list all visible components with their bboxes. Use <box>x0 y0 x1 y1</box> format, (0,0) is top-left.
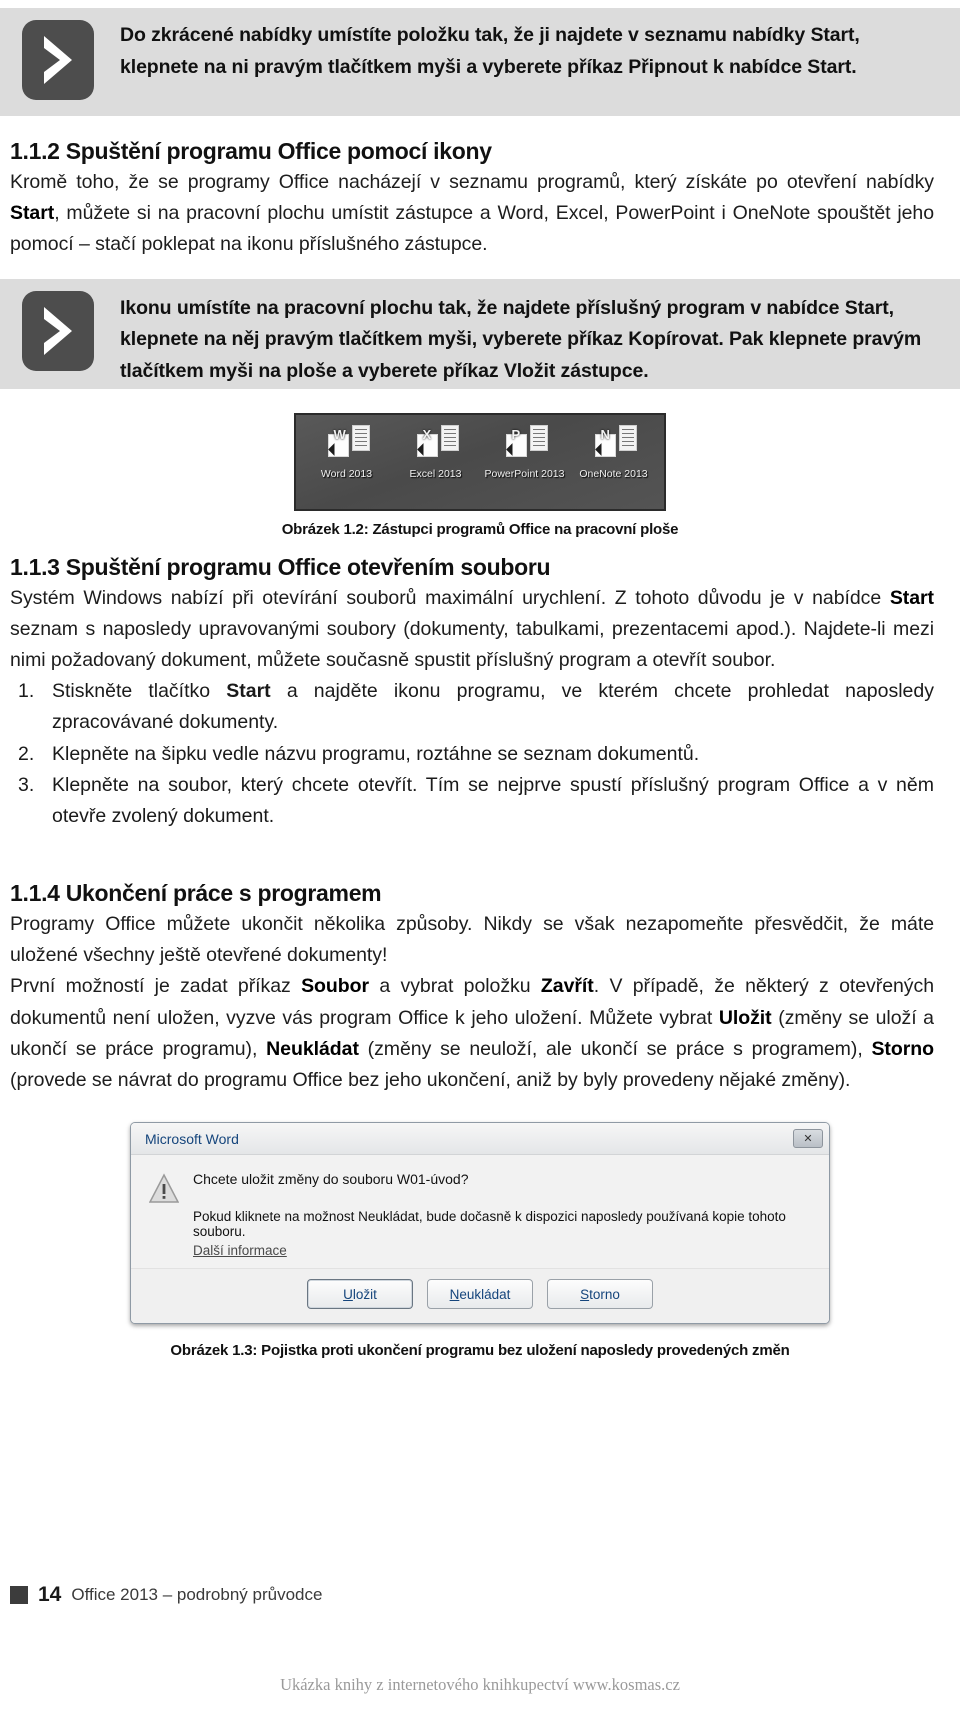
callout-middle-text: Ikonu umístíte na pracovní plochu tak, ž… <box>112 279 960 402</box>
warning-icon <box>148 1171 193 1260</box>
document-page-glyph <box>529 424 548 451</box>
word-save-dialog: Microsoft Word ✕ Chcete uložit změny do … <box>130 1122 830 1325</box>
desktop-icon-label: Word 2013 <box>320 467 373 480</box>
step-1-rich: Stiskněte tlačítko Start a najděte ikonu… <box>52 680 934 734</box>
desktop-icon-row: W Word 2013 X Excel 2013 P PowerPoint 20… <box>296 415 664 480</box>
figure-12: W Word 2013 X Excel 2013 P PowerPoint 20… <box>0 412 960 538</box>
excel-shortcut-icon: X <box>413 424 459 465</box>
callout-icon-wrap <box>0 8 112 112</box>
document-page-glyph <box>440 424 459 451</box>
section-112-rich: Kromě toho, že se programy Office nacház… <box>10 171 934 256</box>
save-button[interactable]: Uložit <box>307 1279 413 1310</box>
footer-marker-icon <box>10 1586 28 1604</box>
watermark: Ukázka knihy z internetového knihkupectv… <box>280 1675 680 1694</box>
section-114-heading: 1.1.4 Ukončení práce s programem <box>10 880 382 907</box>
section-114-rich-2: První možností je zadat příkaz Soubor a … <box>10 975 934 1091</box>
powerpoint-shortcut-icon: P <box>502 424 548 465</box>
app-letter: P <box>511 426 521 442</box>
list-item: Klepněte na soubor, který chcete otevřít… <box>10 770 934 832</box>
section-113-step-list: Stiskněte tlačítko Start a najděte ikonu… <box>10 676 934 832</box>
cancel-button-label: Storno <box>580 1286 620 1302</box>
callout-middle-rich: Ikonu umístíte na pracovní plochu tak, ž… <box>120 296 922 382</box>
section-113: 1.1.3 Spuštění programu Office otevřením… <box>0 554 960 833</box>
section-114: 1.1.4 Ukončení práce s programem Program… <box>0 880 960 1096</box>
save-button-label: Uložit <box>343 1286 377 1302</box>
dialog-button-row: Uložit Neukládat Storno <box>131 1268 829 1324</box>
dialog-title-bar: Microsoft Word ✕ <box>131 1123 829 1156</box>
callout-top-text: Do zkrácené nabídky umístíte položku tak… <box>112 8 960 97</box>
more-info-link[interactable]: Další informace <box>193 1243 287 1258</box>
desktop-icon-label: OneNote 2013 <box>579 467 648 480</box>
callout-top-rich: Do zkrácené nabídky umístíte položku tak… <box>120 24 860 78</box>
section-112-heading: 1.1.2 Spuštění programu Office pomocí ik… <box>10 138 492 164</box>
section-114-paragraph-1: Programy Office můžete ukončit několika … <box>10 909 934 971</box>
dialog-secondary-message: Pokud kliknete na možnost Neukládat, bud… <box>193 1209 786 1240</box>
figure-12-caption: Obrázek 1.2: Zástupci programů Office na… <box>281 520 679 538</box>
dialog-messages: Chcete uložit změny do souboru W01-úvod?… <box>193 1171 811 1260</box>
list-item: Stiskněte tlačítko Start a najděte ikonu… <box>10 676 934 738</box>
dont-save-button-label: Neukládat <box>449 1286 511 1302</box>
dialog-body: Chcete uložit změny do souboru W01-úvod?… <box>131 1155 829 1269</box>
callout-icon-wrap-2 <box>0 279 112 383</box>
step-3-rich: Klepněte na soubor, který chcete otevřít… <box>52 773 934 827</box>
page-footer: 14 Office 2013 – podrobný průvodce <box>10 1583 322 1607</box>
document-page-glyph <box>618 424 637 451</box>
section-112: 1.1.2 Spuštění programu Office pomocí ik… <box>0 116 960 261</box>
dialog-primary-message: Chcete uložit změny do souboru W01-úvod? <box>193 1171 469 1188</box>
chevron-right-icon <box>22 20 94 100</box>
figure-13: Microsoft Word ✕ Chcete uložit změny do … <box>0 1122 960 1359</box>
tip-callout-middle: Ikonu umístíte na pracovní plochu tak, ž… <box>0 278 960 389</box>
section-114-rich-1: Programy Office můžete ukončit několika … <box>10 913 934 967</box>
app-letter: N <box>600 426 610 442</box>
step-2-rich: Klepněte na šipku vedle názvu programu, … <box>52 742 700 765</box>
desktop-icon-label: Excel 2013 <box>409 467 462 480</box>
app-letter: W <box>333 426 346 442</box>
document-page-glyph <box>351 424 370 451</box>
section-114-paragraph-2: První možností je zadat příkaz Soubor a … <box>10 971 934 1096</box>
figure-13-caption: Obrázek 1.3: Pojistka proti ukončení pro… <box>170 1342 790 1360</box>
cancel-button[interactable]: Storno <box>547 1279 653 1310</box>
dialog-title: Microsoft Word <box>145 1130 239 1147</box>
desktop-icon-powerpoint[interactable]: P PowerPoint 2013 <box>483 424 567 480</box>
dont-save-button[interactable]: Neukládat <box>427 1279 533 1310</box>
desktop-icon-onenote[interactable]: N OneNote 2013 <box>572 424 656 480</box>
chevron-right-icon <box>22 290 94 371</box>
desktop-icon-word[interactable]: W Word 2013 <box>305 424 389 480</box>
section-113-heading: 1.1.3 Spuštění programu Office otevřením… <box>10 553 551 580</box>
section-113-rich: Systém Windows nabízí při otevírání soub… <box>10 586 934 671</box>
onenote-shortcut-icon: N <box>591 424 637 465</box>
list-item: Klepněte na šipku vedle názvu programu, … <box>10 739 934 770</box>
close-icon[interactable]: ✕ <box>793 1129 823 1149</box>
book-page: { "callouts": [ { "icon": "chevron-right… <box>0 8 960 1719</box>
section-113-paragraph: Systém Windows nabízí při otevírání soub… <box>10 583 934 677</box>
tip-callout-top: Do zkrácené nabídky umístíte položku tak… <box>0 8 960 116</box>
desktop-screenshot: W Word 2013 X Excel 2013 P PowerPoint 20… <box>294 412 666 511</box>
app-letter: X <box>422 426 432 442</box>
desktop-icon-label: PowerPoint 2013 <box>484 467 565 480</box>
section-112-paragraph: Kromě toho, že se programy Office nacház… <box>10 167 934 261</box>
book-title: Office 2013 – podrobný průvodce <box>71 1585 323 1604</box>
word-shortcut-icon: W <box>324 424 370 465</box>
page-number: 14 <box>38 1583 62 1606</box>
desktop-icon-excel[interactable]: X Excel 2013 <box>394 424 478 480</box>
